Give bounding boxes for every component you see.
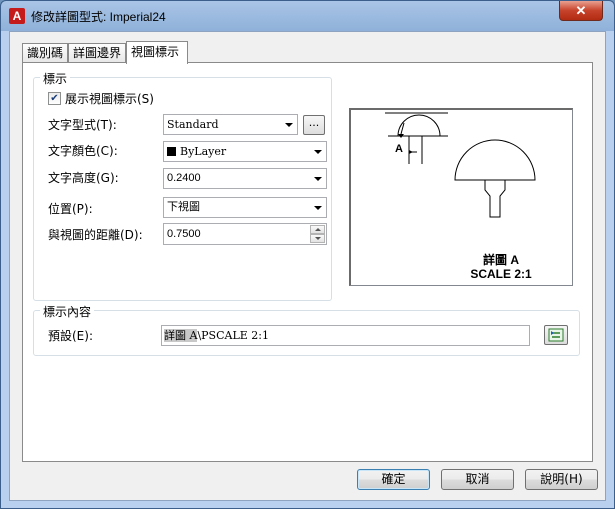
label-content-field[interactable]: 詳圖 A\PSCALE 2:1 (161, 325, 530, 346)
position-dropdown[interactable]: 下視圖 (163, 197, 327, 218)
offset-value: 0.7500 (167, 228, 201, 240)
preview-caption-title: 詳圖 A (482, 253, 519, 267)
cancel-button[interactable]: 取消 (441, 469, 514, 490)
content-field-text: \PSCALE 2:1 (197, 329, 269, 342)
label-group: 標示 ✔ 展示視圖標示(S) 文字型式(T): Standard ... 文字顏… (33, 70, 332, 301)
detail-preview: A 詳圖 A SCALE 2:1 (349, 108, 573, 286)
text-style-label: 文字型式(T): (48, 118, 117, 132)
content-field-text: 詳圖 (164, 329, 190, 342)
chevron-down-icon (314, 206, 322, 210)
dialog-window: A 修改詳圖型式: Imperial24 ✕ 識別碼 詳圖邊界 視圖標示 標示 … (0, 0, 615, 509)
show-view-label-checkbox[interactable]: ✔ (48, 92, 61, 105)
tab-panel-view-label: 標示 ✔ 展示視圖標示(S) 文字型式(T): Standard ... 文字顏… (22, 62, 593, 462)
text-color-dropdown[interactable]: ByLayer (163, 141, 327, 162)
chevron-down-icon (314, 177, 322, 181)
text-height-combobox[interactable]: 0.2400 (163, 168, 327, 189)
autocad-app-icon[interactable]: A (9, 8, 25, 24)
spin-down-button[interactable] (310, 234, 325, 243)
offset-spinner[interactable]: 0.7500 (163, 223, 327, 245)
position-label: 位置(P): (48, 202, 93, 216)
offset-label: 與視圖的距離(D): (48, 228, 143, 242)
chevron-down-icon (314, 150, 322, 154)
color-swatch-icon (167, 147, 176, 156)
tab-identification[interactable]: 識別碼 (22, 43, 68, 63)
ok-button[interactable]: 確定 (357, 469, 430, 490)
label-content-group: 標示內容 預設(E): 詳圖 A\PSCALE 2:1 (33, 303, 580, 356)
tab-detail-boundary[interactable]: 詳圖邊界 (68, 43, 126, 63)
text-color-value: ByLayer (180, 145, 227, 158)
dialog-client-area: 識別碼 詳圖邊界 視圖標示 標示 ✔ 展示視圖標示(S) 文字型式(T): St… (9, 31, 606, 501)
preview-small-arrowhead (409, 150, 413, 154)
text-height-value: 0.2400 (167, 172, 201, 184)
preview-bubble-arc (397, 114, 441, 137)
chevron-down-icon (285, 123, 293, 127)
tab-view-label[interactable]: 視圖標示 (126, 41, 188, 64)
text-color-label: 文字顏色(C): (48, 144, 118, 158)
show-view-label-text: 展示視圖標示(S) (65, 92, 154, 106)
insert-field-button[interactable] (544, 325, 568, 345)
title-bar[interactable]: A 修改詳圖型式: Imperial24 ✕ (1, 1, 614, 31)
label-content-group-title: 標示內容 (40, 303, 95, 320)
insert-field-icon (548, 328, 564, 342)
arrow-up-icon (315, 228, 321, 231)
text-style-browse-button[interactable]: ... (303, 115, 325, 135)
preview-stem (484, 179, 506, 218)
preview-dome (454, 139, 536, 181)
arrow-down-icon (315, 237, 321, 240)
position-value: 下視圖 (167, 201, 200, 213)
text-style-dropdown[interactable]: Standard (163, 114, 298, 135)
help-button[interactable]: 說明(H) (525, 469, 598, 490)
label-group-title: 標示 (40, 70, 71, 87)
text-height-label: 文字高度(G): (48, 171, 119, 185)
window-title: 修改詳圖型式: Imperial24 (31, 10, 166, 24)
close-button[interactable]: ✕ (559, 1, 603, 21)
spin-up-button[interactable] (310, 225, 325, 234)
text-style-value: Standard (167, 118, 219, 131)
default-label: 預設(E): (48, 329, 93, 343)
preview-caption-scale: SCALE 2:1 (470, 267, 532, 281)
preview-marker-letter: A (395, 143, 403, 155)
